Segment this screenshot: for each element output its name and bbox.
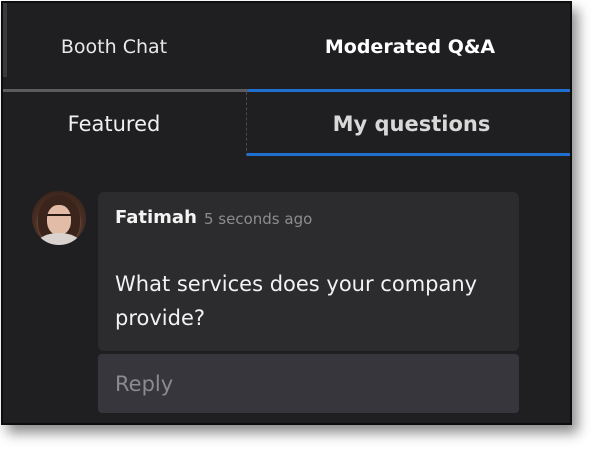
avatar-glasses [47,214,71,222]
tab-my-questions-active-underline [247,153,570,156]
question-timestamp: 5 seconds ago [204,210,313,228]
sub-tab-bar: Featured My questions [3,92,570,156]
question-card: Fatimah 5 seconds ago What services does… [98,192,519,351]
tab-featured[interactable]: Featured [3,92,225,156]
question-author: Fatimah [115,207,197,228]
main-tab-bar: Booth Chat Moderated Q&A [3,3,570,93]
tab-my-questions[interactable]: My questions [246,92,570,156]
tab-booth-chat[interactable]: Booth Chat [3,3,225,91]
reply-input[interactable]: Reply [98,354,519,413]
question-text: What services does your company provide? [115,272,478,330]
qa-panel: Booth Chat Moderated Q&A Featured My que… [1,1,572,425]
tab-moderated-qa[interactable]: Moderated Q&A [248,3,570,91]
user-avatar-icon [32,191,86,245]
